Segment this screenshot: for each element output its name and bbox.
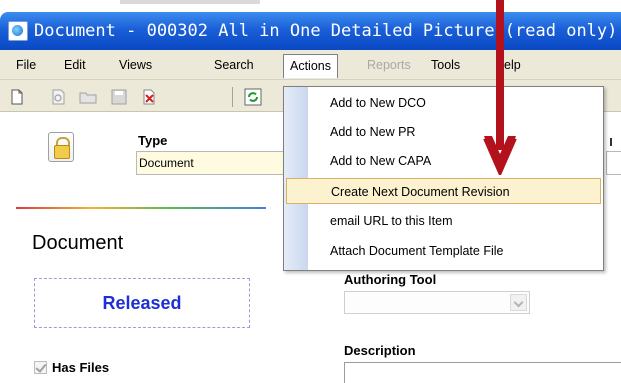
status-badge: Released — [34, 278, 250, 328]
annotation-arrow-icon — [483, 0, 517, 175]
has-files-checkbox[interactable] — [34, 361, 47, 374]
lock-icon — [48, 132, 74, 162]
description-label: Description — [344, 343, 416, 358]
print-preview-icon[interactable] — [50, 88, 68, 106]
menu-item-email-url[interactable]: email URL to this Item — [286, 208, 601, 234]
authoring-tool-label: Authoring Tool — [344, 272, 437, 287]
menu-item-create-next-document-revision[interactable]: Create Next Document Revision — [286, 178, 601, 204]
field-label-fragment — [610, 138, 612, 146]
menu-item-add-to-new-pr[interactable]: Add to New PR — [286, 119, 601, 145]
chevron-down-icon[interactable] — [510, 294, 527, 311]
new-document-icon[interactable] — [8, 88, 26, 106]
section-divider — [16, 207, 266, 209]
description-field[interactable] — [344, 362, 621, 383]
menu-tools[interactable]: Tools — [431, 58, 460, 72]
menu-edit[interactable]: Edit — [64, 58, 86, 72]
window-title: Document - 000302 All in One Detailed Pi… — [34, 21, 621, 41]
window-titlebar[interactable]: Document - 000302 All in One Detailed Pi… — [0, 12, 621, 50]
save-icon[interactable] — [110, 88, 128, 106]
menu-views[interactable]: Views — [119, 58, 152, 72]
menu-reports[interactable]: Reports — [367, 58, 411, 72]
has-files-label: Has Files — [52, 360, 110, 375]
document-heading: Document — [32, 232, 124, 254]
menu-actions[interactable]: Actions — [283, 54, 338, 78]
has-files-row: Has Files — [34, 360, 109, 375]
refresh-icon[interactable] — [244, 88, 262, 106]
menu-bar: File Edit Views Search Actions Reports T… — [0, 50, 621, 80]
type-field[interactable]: Document — [136, 151, 296, 175]
app-icon — [8, 21, 28, 41]
menu-search[interactable]: Search — [214, 58, 254, 72]
faint-bar — [120, 0, 260, 4]
menu-item-add-to-new-capa[interactable]: Add to New CAPA — [286, 148, 601, 174]
top-strip — [0, 0, 621, 12]
side-field[interactable] — [606, 151, 621, 175]
open-folder-icon[interactable] — [79, 88, 97, 106]
menu-item-add-to-new-dco[interactable]: Add to New DCO — [286, 90, 601, 116]
status-text: Released — [102, 292, 182, 313]
menu-file[interactable]: File — [16, 58, 36, 72]
actions-dropdown-menu: Add to New DCO Add to New PR Add to New … — [283, 86, 604, 271]
toolbar-separator — [232, 87, 233, 107]
delete-icon[interactable] — [140, 88, 158, 106]
type-label: Type — [138, 133, 168, 148]
authoring-tool-select[interactable] — [344, 291, 530, 314]
menu-item-attach-document-template[interactable]: Attach Document Template File — [286, 238, 601, 264]
